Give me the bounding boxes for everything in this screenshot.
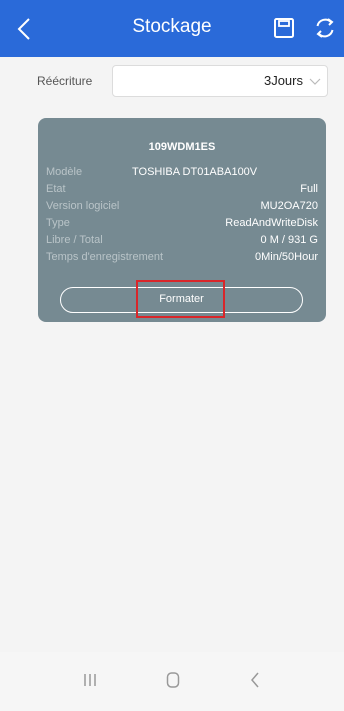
app-header: Stockage	[0, 0, 344, 57]
info-value: ReadAndWriteDisk	[225, 217, 318, 229]
info-row-type: Type ReadAndWriteDisk	[46, 217, 318, 231]
info-label: Libre / Total	[46, 234, 103, 246]
system-nav-bar	[0, 652, 344, 711]
info-value: Full	[300, 183, 318, 195]
info-value: 0Min/50Hour	[255, 251, 318, 263]
info-row-capacity: Libre / Total 0 M / 931 G	[46, 234, 318, 248]
info-row-state: Etat Full	[46, 183, 318, 197]
info-label: Temps d'enregistrement	[46, 251, 164, 263]
info-label: Type	[46, 217, 70, 229]
rewrite-dropdown[interactable]: 3Jours	[112, 65, 328, 97]
info-label: Version logiciel	[46, 200, 120, 212]
highlight-box	[136, 280, 225, 318]
floppy-disk-icon[interactable]	[273, 17, 295, 39]
info-row-record-time: Temps d'enregistrement 0Min/50Hour	[46, 251, 318, 265]
info-value: TOSHIBA DT01ABA100V	[132, 166, 258, 178]
rewrite-selected-value: 3Jours	[263, 73, 303, 88]
rewrite-label: Réécriture	[37, 74, 93, 88]
disk-id: 109WDM1ES	[148, 141, 216, 153]
info-row-model: Modèle TOSHIBA DT01ABA100V	[46, 166, 318, 180]
info-label: Modèle	[46, 166, 83, 178]
back-icon[interactable]	[249, 671, 261, 689]
info-row-version: Version logiciel MU2OA720	[46, 200, 318, 214]
info-label: Etat	[46, 183, 66, 195]
info-value: 0 M / 931 G	[260, 234, 318, 246]
chevron-down-icon	[309, 78, 321, 85]
refresh-icon[interactable]	[313, 16, 337, 40]
home-icon[interactable]	[166, 671, 180, 689]
rewrite-row: Réécriture 3Jours	[0, 57, 344, 107]
info-value: MU2OA720	[260, 200, 318, 212]
recent-apps-icon[interactable]	[83, 673, 97, 687]
